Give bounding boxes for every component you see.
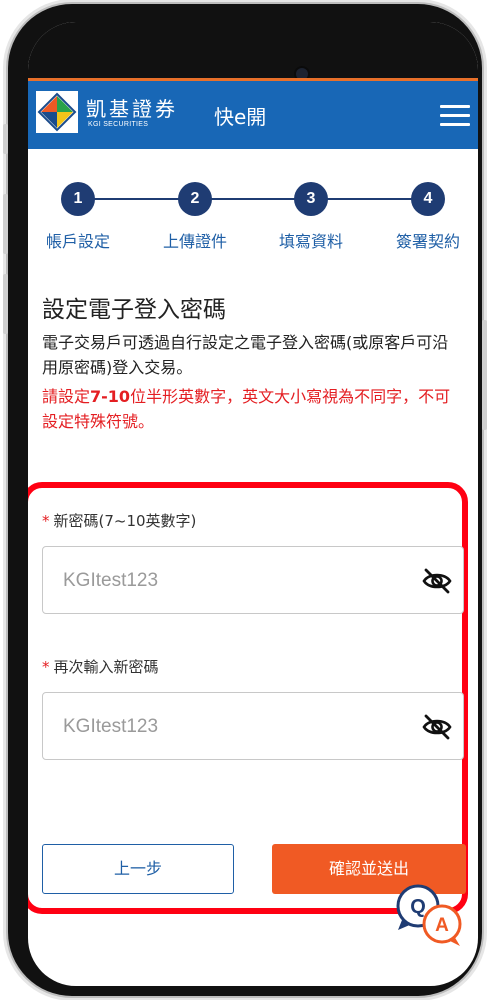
eye-off-icon[interactable]: [421, 711, 453, 743]
warning-prefix: 請設定: [42, 387, 91, 406]
eye-off-icon[interactable]: [421, 565, 453, 597]
confirm-password-value: KGItest123: [63, 716, 159, 737]
confirm-password-label: * 再次輸入新密碼: [42, 656, 159, 677]
mute-switch: [3, 124, 8, 154]
step-number: 4: [411, 182, 445, 216]
new-password-value: KGItest123: [63, 570, 159, 591]
menu-icon[interactable]: [440, 105, 470, 127]
step-label: 帳戶設定: [45, 232, 110, 251]
steps-connector-line: [78, 198, 428, 200]
qa-a-letter: A: [435, 915, 449, 936]
password-rule-warning: 請設定7-10位半形英數字，英文大小寫視為不同字，不可設定特殊符號。: [42, 384, 462, 434]
new-password-label-text: 新密碼(7~10英數字): [53, 512, 197, 530]
brand-name-en: KGI SECURITIES: [88, 121, 149, 128]
brand-name-cn: 凱基證券: [86, 97, 178, 121]
app-title: 快e開: [214, 105, 267, 129]
confirm-password-field[interactable]: KGItest123: [42, 692, 464, 760]
confirm-password-label-text: 再次輸入新密碼: [53, 658, 159, 676]
section-description: 電子交易戶可透過自行設定之電子登入密碼(或原客戶可沿用原密碼)登入交易。: [42, 333, 449, 377]
kgi-logo-icon: [36, 91, 78, 133]
power-button: [482, 320, 487, 430]
step-3: 3 填寫資料: [271, 182, 351, 252]
phone-screen: 凱基證券 KGI SECURITIES 快e開 1 帳戶設定 2 上傳證件 3 …: [28, 22, 478, 986]
app-header: 凱基證券 KGI SECURITIES 快e開: [28, 78, 478, 149]
volume-up-button: [3, 194, 8, 254]
step-number: 3: [294, 182, 328, 216]
step-label: 上傳證件: [162, 232, 227, 251]
status-bar-area: [28, 22, 478, 78]
required-mark: *: [42, 658, 50, 676]
phone-frame: 凱基證券 KGI SECURITIES 快e開 1 帳戶設定 2 上傳證件 3 …: [3, 4, 487, 996]
step-label: 簽署契約: [395, 232, 460, 251]
volume-down-button: [3, 274, 8, 334]
previous-step-button[interactable]: 上一步: [42, 844, 234, 894]
new-password-label: * 新密碼(7~10英數字): [42, 510, 196, 531]
qa-chat-icon[interactable]: Q A: [394, 882, 468, 952]
new-password-field[interactable]: KGItest123: [42, 546, 464, 614]
step-label: 填寫資料: [278, 232, 343, 251]
required-mark: *: [42, 512, 50, 530]
progress-steps: 1 帳戶設定 2 上傳證件 3 填寫資料 4 簽署契約: [28, 182, 478, 262]
step-number: 1: [61, 182, 95, 216]
step-number: 2: [178, 182, 212, 216]
qa-q-letter: Q: [410, 896, 426, 918]
step-4: 4 簽署契約: [388, 182, 468, 252]
step-2: 2 上傳證件: [155, 182, 235, 252]
warning-length: 7-10: [90, 387, 131, 406]
step-1: 1 帳戶設定: [38, 182, 118, 252]
section-title: 設定電子登入密碼: [42, 297, 226, 323]
